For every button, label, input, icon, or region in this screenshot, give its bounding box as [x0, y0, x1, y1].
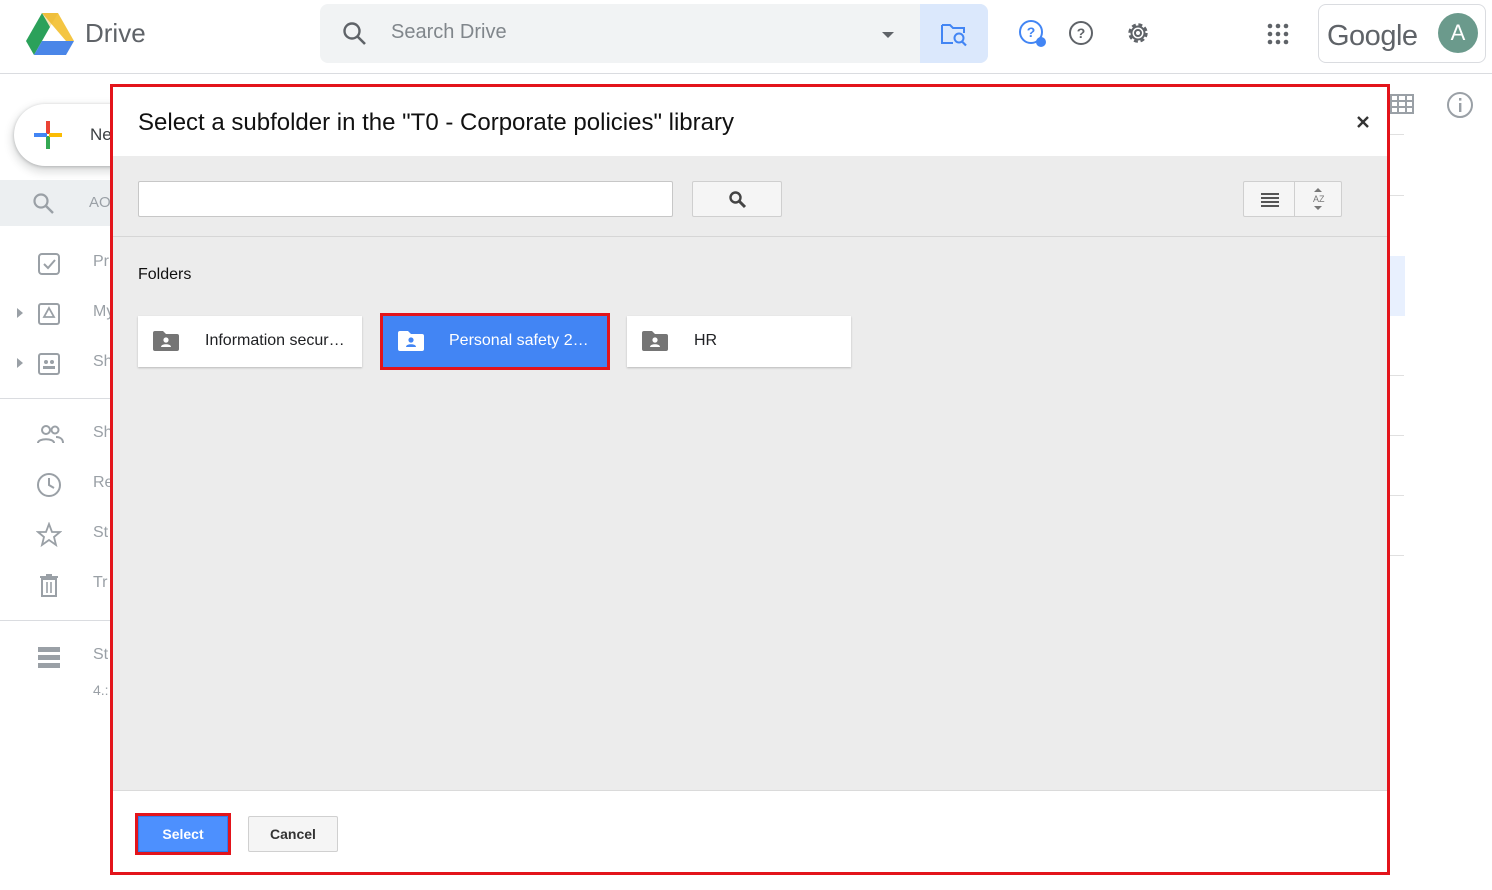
info-icon[interactable] — [1446, 91, 1474, 119]
sidebar-item-shared-with-me[interactable]: Sh — [0, 414, 113, 454]
account-switcher[interactable]: Google A — [1318, 4, 1486, 63]
advanced-search-button[interactable] — [920, 4, 988, 63]
sidebar-divider — [0, 620, 112, 621]
drive-logo-icon[interactable] — [26, 13, 74, 55]
search-icon — [729, 191, 747, 209]
close-icon[interactable] — [1350, 109, 1376, 135]
shared-drives-icon — [36, 351, 62, 377]
sidebar-item-trash[interactable]: Tr — [0, 564, 112, 604]
gear-icon[interactable] — [1124, 19, 1152, 47]
divider — [1390, 495, 1404, 496]
divider — [1390, 555, 1404, 556]
list-view-icon — [1261, 193, 1279, 207]
folder-item-hr[interactable]: HR — [627, 316, 851, 367]
clock-icon — [36, 472, 62, 498]
folders-heading: Folders — [138, 266, 192, 283]
new-button-label: Ne — [90, 125, 112, 144]
folder-search-icon — [941, 24, 967, 47]
sidebar-item-label: Tr — [93, 574, 108, 591]
storage-value: 4.: — [93, 682, 109, 698]
cancel-button[interactable]: Cancel — [248, 816, 338, 852]
footer-divider — [113, 790, 1387, 791]
divider — [1390, 375, 1404, 376]
folder-search-button[interactable] — [692, 181, 782, 217]
caret-right-icon[interactable] — [15, 357, 25, 369]
sidebar-item-label: Pr — [93, 253, 109, 270]
grid-view-icon[interactable] — [1390, 93, 1414, 115]
sidebar-item-starred[interactable]: St — [0, 514, 112, 554]
sort-az-button[interactable]: A Z — [1295, 181, 1342, 217]
avatar[interactable]: A — [1438, 13, 1478, 53]
folder-search-input[interactable] — [138, 181, 673, 217]
sidebar-item-label: St — [93, 646, 109, 663]
sidebar-divider — [0, 398, 112, 399]
caret-down-icon[interactable] — [873, 23, 903, 45]
divider — [1390, 134, 1404, 135]
sidebar-item-shared-drives[interactable]: Sh — [0, 343, 113, 383]
shared-folder-icon — [397, 330, 425, 352]
search-bar[interactable]: Search Drive — [320, 4, 988, 63]
support-icon[interactable]: ? — [1018, 19, 1048, 49]
select-subfolder-dialog: Select a subfolder in the "T0 - Corporat… — [110, 84, 1390, 875]
sidebar-search-row[interactable]: AO — [0, 180, 112, 226]
folder-label: Personal safety 2… — [449, 332, 589, 349]
shared-folder-icon — [152, 330, 180, 352]
sidebar-item-recent[interactable]: Re — [0, 464, 113, 504]
search-icon[interactable] — [342, 21, 368, 47]
caret-right-icon[interactable] — [15, 307, 25, 319]
checkbox-icon — [36, 251, 62, 277]
shared-folder-icon — [641, 330, 669, 352]
google-wordmark: Google — [1327, 20, 1418, 52]
star-icon — [36, 522, 62, 548]
sidebar-item-storage[interactable]: St — [0, 636, 112, 676]
toolbar-divider — [113, 236, 1387, 237]
search-icon — [32, 192, 56, 216]
top-bar: Drive Search Drive ? ? Google A — [0, 0, 1492, 74]
sidebar-search-label: AO — [89, 194, 111, 211]
folder-label: Information secur… — [205, 332, 345, 349]
my-drive-icon — [36, 301, 62, 327]
folder-item-information-security[interactable]: Information secur… — [138, 316, 362, 367]
sidebar-item-my-drive[interactable]: My — [0, 293, 114, 333]
shared-with-me-icon — [36, 422, 64, 448]
divider — [1390, 435, 1404, 436]
storage-icon — [36, 644, 62, 670]
sidebar-item-label: St — [93, 524, 109, 541]
dialog-title: Select a subfolder in the "T0 - Corporat… — [138, 109, 734, 136]
list-view-button[interactable] — [1243, 181, 1295, 217]
search-input[interactable]: Search Drive — [391, 21, 507, 44]
svg-text:?: ? — [1077, 25, 1086, 41]
folder-label: HR — [694, 332, 718, 349]
svg-text:?: ? — [1027, 24, 1036, 40]
plus-icon — [32, 119, 64, 151]
svg-text:Z: Z — [1319, 194, 1325, 204]
apps-grid-icon[interactable] — [1266, 22, 1290, 46]
divider — [1390, 195, 1404, 196]
help-icon[interactable]: ? — [1068, 19, 1096, 47]
sidebar-item-priority[interactable]: Pr — [0, 243, 112, 283]
selected-row-edge — [1390, 256, 1405, 316]
app-name: Drive — [85, 18, 146, 48]
sort-az-icon: A Z — [1313, 188, 1325, 210]
dialog-body: A Z Folders Information secur… Personal … — [113, 156, 1387, 790]
select-button[interactable]: Select — [135, 813, 231, 855]
trash-icon — [36, 572, 62, 598]
folder-item-personal-safety[interactable]: Personal safety 2… — [380, 313, 610, 370]
